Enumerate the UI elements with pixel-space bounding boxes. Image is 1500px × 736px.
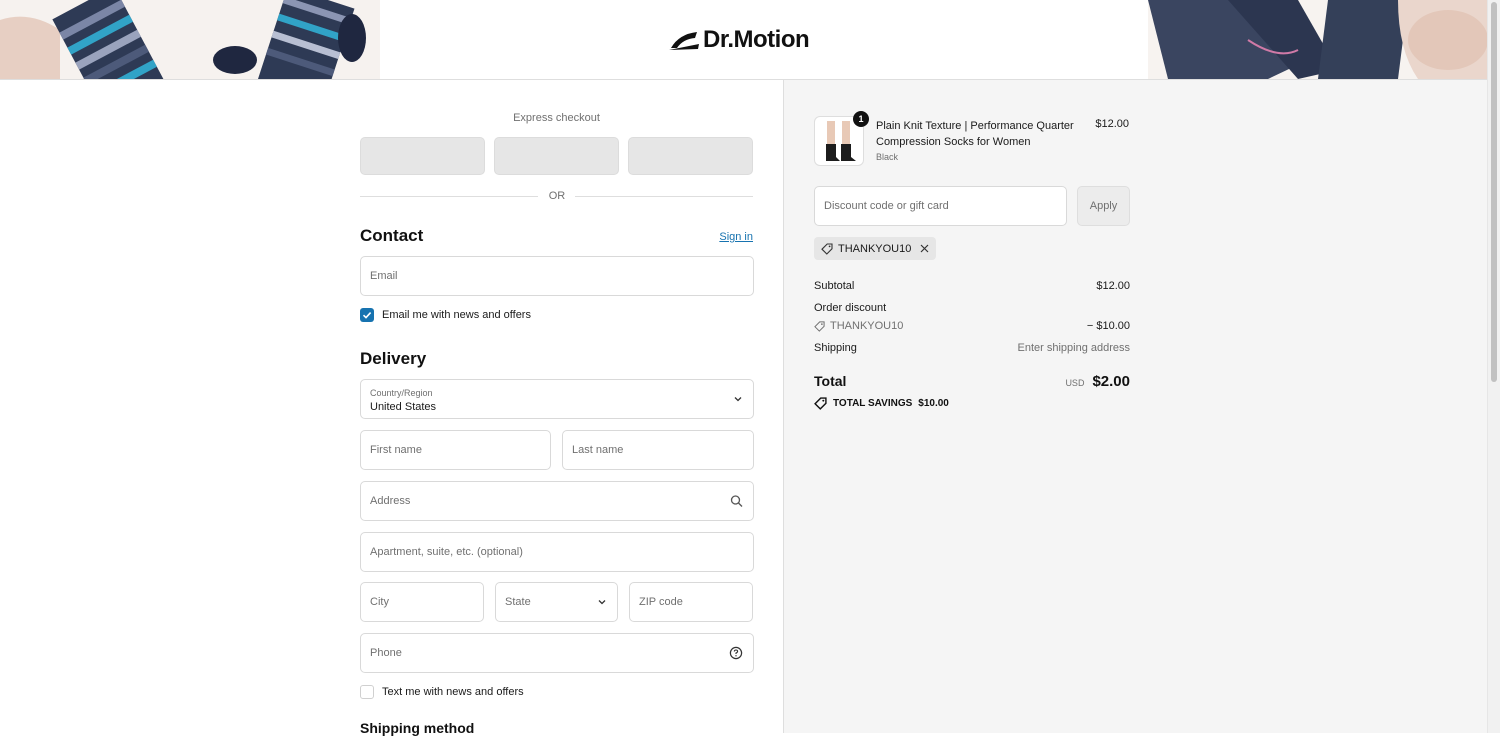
checkmark-icon xyxy=(362,312,372,319)
tag-icon xyxy=(814,320,825,332)
state-placeholder: State xyxy=(505,596,531,608)
last-name-field[interactable]: Last name xyxy=(562,430,754,470)
discount-code-name: THANKYOU10 xyxy=(830,320,904,332)
first-name-placeholder: First name xyxy=(370,444,422,456)
newsletter-label: Email me with news and offers xyxy=(382,309,531,321)
apartment-field[interactable]: Apartment, suite, etc. (optional) xyxy=(360,532,754,572)
city-placeholder: City xyxy=(370,596,389,608)
express-pay-button-2[interactable] xyxy=(494,137,619,175)
email-field[interactable]: Email xyxy=(360,256,754,296)
first-name-field[interactable]: First name xyxy=(360,430,551,470)
banner-socks-image-left xyxy=(0,0,380,79)
apartment-placeholder: Apartment, suite, etc. (optional) xyxy=(370,546,523,558)
discount-value: − $10.00 xyxy=(1086,320,1130,332)
country-select[interactable]: Country/Region United States xyxy=(360,379,754,419)
newsletter-checkbox[interactable] xyxy=(360,308,374,322)
help-circle-icon[interactable] xyxy=(729,646,743,660)
tag-icon xyxy=(814,397,827,410)
savings-label: TOTAL SAVINGS xyxy=(833,398,913,409)
email-placeholder: Email xyxy=(370,270,398,282)
total-amount: $2.00 xyxy=(1092,373,1130,390)
country-value: United States xyxy=(370,401,437,413)
brand-logo[interactable]: Dr.Motion xyxy=(669,24,810,56)
tag-icon xyxy=(821,242,833,255)
chevron-down-icon xyxy=(733,394,743,404)
total-amount-group: USD $2.00 xyxy=(1065,373,1130,390)
savings-value: $10.00 xyxy=(918,398,949,409)
order-discount-label: Order discount xyxy=(814,302,887,314)
quantity-badge: 1 xyxy=(853,111,869,127)
shipping-value: Enter shipping address xyxy=(1017,342,1130,354)
applied-discount-chip: THANKYOU10 xyxy=(814,237,937,260)
sign-in-link[interactable]: Sign in xyxy=(719,231,753,243)
address-placeholder: Address xyxy=(370,495,411,507)
chevron-down-icon xyxy=(597,597,607,607)
shipping-label: Shipping xyxy=(814,342,857,354)
banner-socks-image-right xyxy=(1148,0,1488,79)
last-name-placeholder: Last name xyxy=(572,444,624,456)
header-banner: Dr.Motion xyxy=(0,0,1488,80)
sms-checkbox[interactable] xyxy=(360,685,374,699)
page-scrollbar[interactable] xyxy=(1487,0,1500,733)
product-price: $12.00 xyxy=(1095,118,1129,130)
phone-field[interactable]: Phone xyxy=(360,633,754,673)
discount-placeholder: Discount code or gift card xyxy=(824,200,949,212)
address-field[interactable]: Address xyxy=(360,481,754,521)
newsletter-option[interactable]: Email me with news and offers xyxy=(360,308,531,322)
scrollbar-thumb[interactable] xyxy=(1491,2,1497,382)
zip-placeholder: ZIP code xyxy=(639,596,683,608)
contact-heading: Contact xyxy=(360,226,424,245)
sms-option[interactable]: Text me with news and offers xyxy=(360,685,524,699)
express-pay-button-3[interactable] xyxy=(628,137,753,175)
product-variant: Black xyxy=(876,152,899,162)
subtotal-row: Subtotal $12.00 xyxy=(814,280,1130,292)
total-savings: TOTAL SAVINGS $10.00 xyxy=(814,397,949,410)
zip-field[interactable]: ZIP code xyxy=(629,582,753,622)
discount-code-row: THANKYOU10 − $10.00 xyxy=(814,320,1130,332)
country-label: Country/Region xyxy=(370,388,433,398)
shipping-method-heading: Shipping method xyxy=(360,720,475,736)
product-name: Plain Knit Texture | Performance Quarter… xyxy=(876,120,1074,148)
divider-left xyxy=(360,196,538,197)
total-currency: USD xyxy=(1065,378,1085,388)
subtotal-label: Subtotal xyxy=(814,280,855,292)
discount-code-input[interactable]: Discount code or gift card xyxy=(814,186,1067,226)
product-thumbnail: 1 xyxy=(814,111,869,166)
total-label: Total xyxy=(814,373,847,389)
city-field[interactable]: City xyxy=(360,582,484,622)
divider-right xyxy=(575,196,753,197)
delivery-heading: Delivery xyxy=(360,349,427,368)
remove-discount-icon[interactable] xyxy=(920,244,929,253)
express-pay-button-1[interactable] xyxy=(360,137,485,175)
applied-discount-code: THANKYOU10 xyxy=(838,242,912,255)
shipping-row: Shipping Enter shipping address xyxy=(814,342,1130,354)
order-discount-row: Order discount xyxy=(814,302,1130,314)
subtotal-value: $12.00 xyxy=(1096,280,1130,292)
or-separator: OR xyxy=(548,190,566,202)
apply-discount-button[interactable]: Apply xyxy=(1077,186,1130,226)
sms-label: Text me with news and offers xyxy=(382,686,524,698)
express-checkout-label: Express checkout xyxy=(513,112,600,124)
phone-placeholder: Phone xyxy=(370,647,402,659)
logo-mark-icon xyxy=(669,32,699,50)
search-icon[interactable] xyxy=(730,495,743,508)
state-select[interactable]: State xyxy=(495,582,618,622)
brand-name: Dr.Motion xyxy=(703,26,810,53)
